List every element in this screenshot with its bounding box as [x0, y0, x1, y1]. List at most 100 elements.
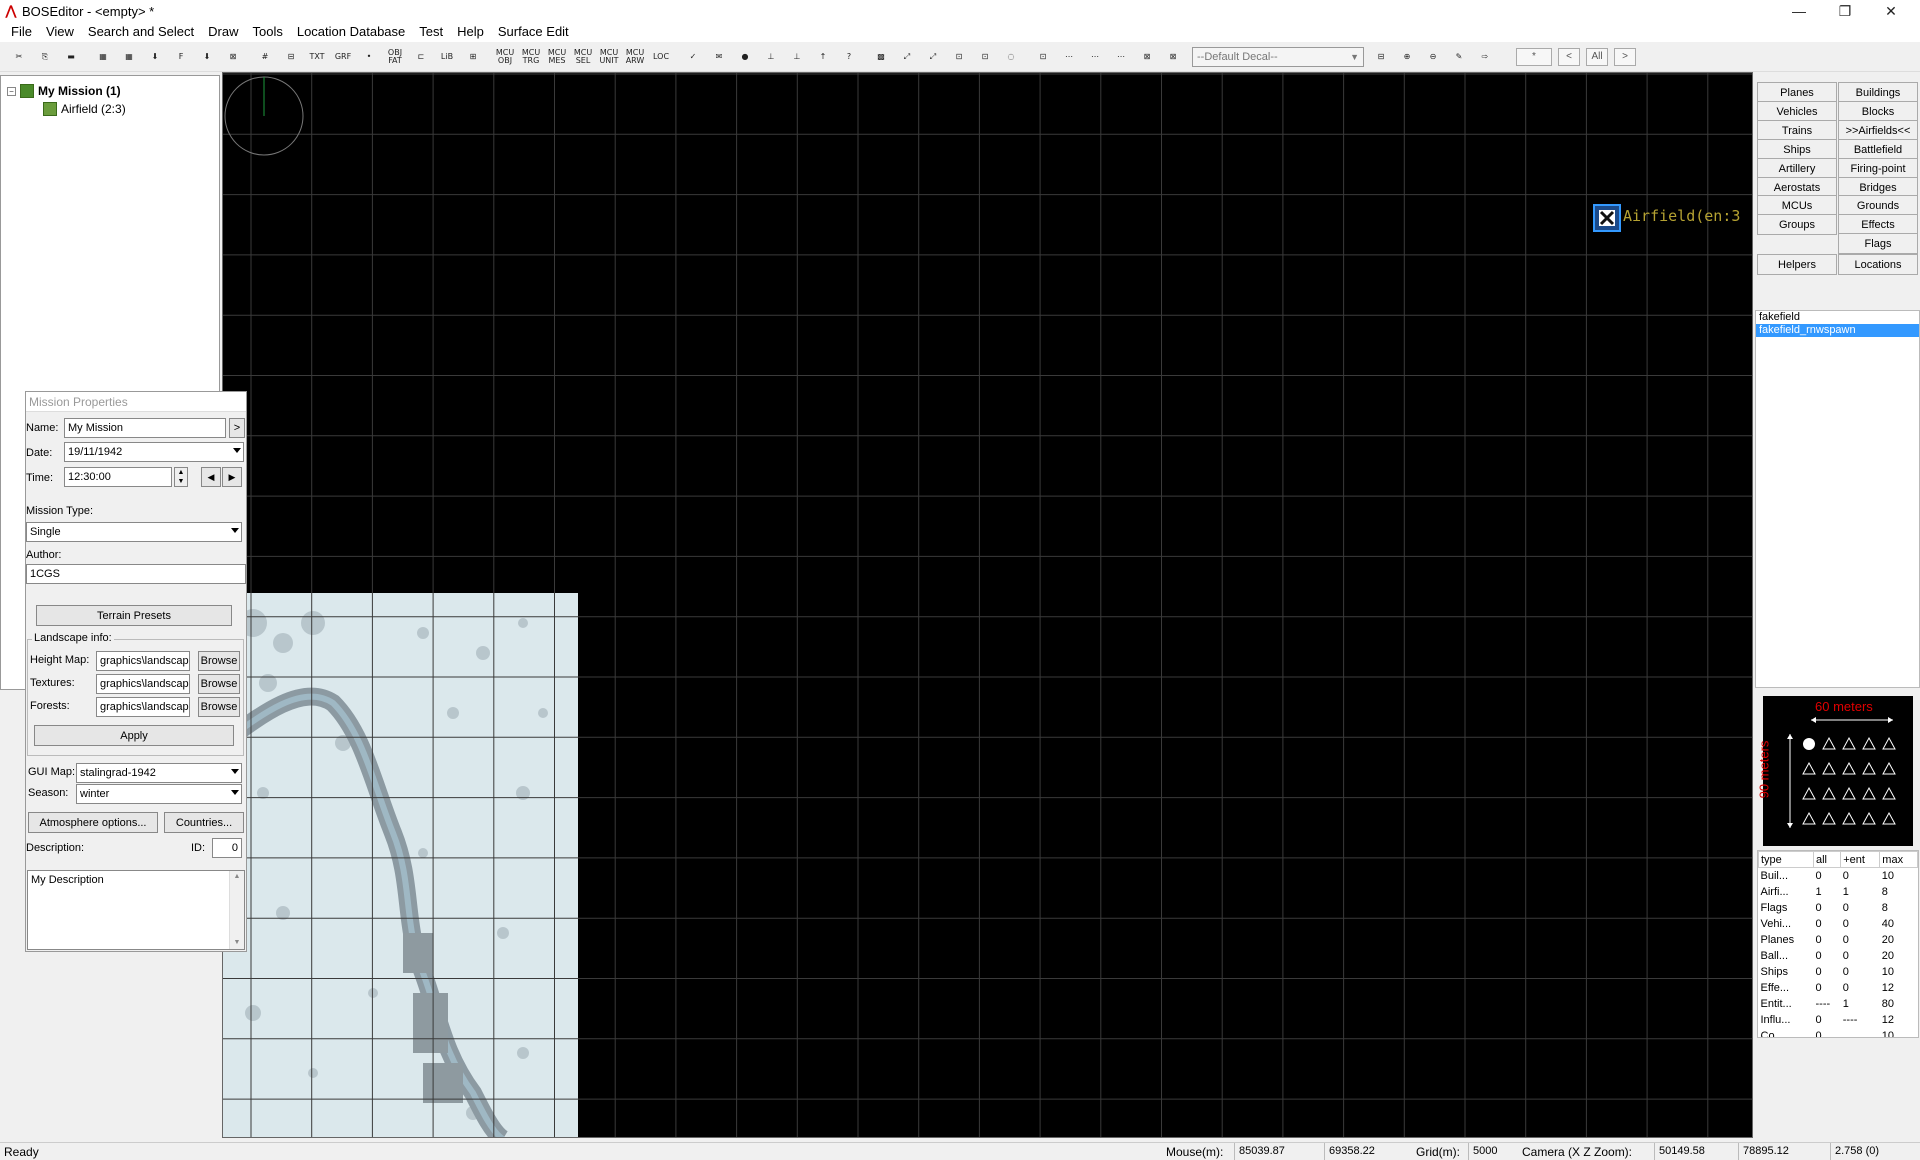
- toolbar-button-17[interactable]: ⊞: [462, 46, 484, 68]
- category-button-ships[interactable]: Ships: [1757, 139, 1837, 160]
- list-item[interactable]: fakefield: [1756, 311, 1919, 324]
- toolbar-button-27[interactable]: ●: [734, 46, 756, 68]
- menu-help[interactable]: Help: [450, 22, 491, 42]
- toolbar-button-3[interactable]: ▦: [92, 46, 114, 68]
- menu-location-database[interactable]: Location Database: [290, 22, 412, 42]
- decal-select[interactable]: --Default Decal-- ▼: [1192, 46, 1364, 67]
- tree-item-airfield[interactable]: Airfield (2:3): [43, 102, 126, 116]
- category-button-blocks[interactable]: Blocks: [1838, 101, 1918, 122]
- description-scrollbar[interactable]: ▲ ▼: [229, 871, 244, 949]
- season-select[interactable]: winter: [76, 784, 242, 804]
- height-map-browse-button[interactable]: Browse: [198, 651, 240, 671]
- toolbar-trailing-button-3[interactable]: ✎: [1448, 46, 1470, 68]
- textures-input[interactable]: graphics\landscape: [96, 674, 190, 694]
- object-list[interactable]: fakefield fakefield_rnwspawn: [1755, 310, 1920, 688]
- category-button-helpers[interactable]: Helpers: [1757, 254, 1837, 275]
- category-button-battlefield[interactable]: Battlefield: [1838, 139, 1918, 160]
- category-button-trains[interactable]: Trains: [1757, 120, 1837, 141]
- category-button-buildings[interactable]: Buildings: [1838, 82, 1918, 103]
- toolbar-button-1[interactable]: ⎘: [34, 46, 56, 68]
- toolbar-button-29[interactable]: ⊥: [786, 46, 808, 68]
- toolbar-button-4[interactable]: ▦: [118, 46, 140, 68]
- menu-tools[interactable]: Tools: [245, 22, 289, 42]
- category-button-flags[interactable]: Flags: [1838, 233, 1918, 254]
- toolbar-button-33[interactable]: ⤢: [896, 46, 918, 68]
- category-button-airfields[interactable]: >>Airfields<<: [1838, 120, 1918, 141]
- toolbar-button-22[interactable]: MCU UNIT: [598, 46, 620, 68]
- collapse-icon[interactable]: −: [7, 86, 16, 96]
- toolbar-button-18[interactable]: MCU OBJ: [494, 46, 516, 68]
- toolbar-button-38[interactable]: ⊡: [1032, 46, 1054, 68]
- apply-button[interactable]: Apply: [34, 725, 234, 746]
- toolbar-button-7[interactable]: ⬇: [196, 46, 218, 68]
- category-button-artillery[interactable]: Artillery: [1757, 158, 1837, 179]
- toolbar-button-43[interactable]: ⊠: [1162, 46, 1184, 68]
- toolbar-button-23[interactable]: MCU ARW: [624, 46, 646, 68]
- category-button-locations[interactable]: Locations: [1838, 254, 1918, 275]
- mission-type-select[interactable]: Single: [26, 522, 242, 542]
- toolbar-button-32[interactable]: ▩: [870, 46, 892, 68]
- prev-button[interactable]: <: [1558, 47, 1580, 66]
- toolbar-button-37[interactable]: ◌: [1000, 46, 1022, 68]
- time-prev-button[interactable]: ◀: [201, 467, 221, 487]
- height-map-input[interactable]: graphics\landscape: [96, 651, 190, 671]
- toolbar-trailing-button-1[interactable]: ⊕: [1396, 46, 1418, 68]
- toolbar-button-15[interactable]: ⊏: [410, 46, 432, 68]
- author-input[interactable]: 1CGS: [26, 564, 246, 584]
- date-select[interactable]: 19/11/1942: [64, 442, 244, 462]
- textures-browse-button[interactable]: Browse: [198, 674, 240, 694]
- toolbar-button-10[interactable]: ⊟: [280, 46, 302, 68]
- menu-search-select[interactable]: Search and Select: [81, 22, 201, 42]
- countries-button[interactable]: Countries...: [164, 812, 244, 833]
- time-spinner[interactable]: ▲ ▼: [174, 467, 188, 487]
- toolbar-button-35[interactable]: ⊡: [948, 46, 970, 68]
- stats-header[interactable]: type: [1758, 851, 1814, 868]
- time-next-button[interactable]: ▶: [222, 467, 242, 487]
- category-button-firingpoint[interactable]: Firing-point: [1838, 158, 1918, 179]
- atmosphere-options-button[interactable]: Atmosphere options...: [28, 812, 158, 833]
- stats-header[interactable]: +ent: [1840, 851, 1881, 868]
- id-input[interactable]: 0: [212, 838, 242, 858]
- toolbar-button-40[interactable]: ⋯: [1084, 46, 1106, 68]
- toolbar-button-34[interactable]: ⤢: [922, 46, 944, 68]
- toolbar-button-19[interactable]: MCU TRG: [520, 46, 542, 68]
- menu-file[interactable]: File: [4, 22, 39, 42]
- toolbar-button-24[interactable]: LOC: [650, 46, 672, 68]
- category-button-grounds[interactable]: Grounds: [1838, 195, 1918, 216]
- menu-test[interactable]: Test: [412, 22, 450, 42]
- category-button-planes[interactable]: Planes: [1757, 82, 1837, 103]
- toolbar-button-41[interactable]: ⋯: [1110, 46, 1132, 68]
- toolbar-button-11[interactable]: TXT: [306, 46, 328, 68]
- toolbar-button-25[interactable]: ✓: [682, 46, 704, 68]
- category-button-mcus[interactable]: MCUs: [1757, 195, 1837, 216]
- stats-header[interactable]: all: [1812, 851, 1842, 868]
- toolbar-button-20[interactable]: MCU MES: [546, 46, 568, 68]
- toolbar-button-14[interactable]: OBJ FAT: [384, 46, 406, 68]
- category-button-groups[interactable]: Groups: [1757, 214, 1837, 235]
- toolbar-button-16[interactable]: LiB: [436, 46, 458, 68]
- toolbar-button-8[interactable]: ⊠: [222, 46, 244, 68]
- toolbar-button-21[interactable]: MCU SEL: [572, 46, 594, 68]
- tree-item-root[interactable]: − My Mission (1): [7, 84, 121, 98]
- menu-draw[interactable]: Draw: [201, 22, 245, 42]
- toolbar-trailing-button-4[interactable]: ⇨: [1474, 46, 1496, 68]
- toolbar-button-31[interactable]: ?: [838, 46, 860, 68]
- gui-map-select[interactable]: stalingrad-1942: [76, 763, 242, 783]
- toolbar-trailing-button-0[interactable]: ⊟: [1370, 46, 1392, 68]
- toolbar-button-42[interactable]: ⊠: [1136, 46, 1158, 68]
- next-button[interactable]: >: [1614, 47, 1636, 66]
- name-input[interactable]: My Mission: [64, 418, 226, 438]
- category-button-vehicles[interactable]: Vehicles: [1757, 101, 1837, 122]
- maximize-button[interactable]: ❐: [1822, 0, 1868, 22]
- toolbar-button-0[interactable]: ✂: [8, 46, 30, 68]
- menu-view[interactable]: View: [39, 22, 81, 42]
- airfield-marker-icon[interactable]: [1593, 204, 1621, 232]
- toolbar-button-30[interactable]: ↑: [812, 46, 834, 68]
- time-input[interactable]: 12:30:00: [64, 467, 172, 487]
- toolbar-button-12[interactable]: GRF: [332, 46, 354, 68]
- terrain-presets-button[interactable]: Terrain Presets: [36, 605, 232, 626]
- map-canvas[interactable]: Airfield(en:3: [222, 72, 1753, 1138]
- list-item-selected[interactable]: fakefield_rnwspawn: [1756, 324, 1919, 337]
- forests-input[interactable]: graphics\landscape: [96, 697, 190, 717]
- stats-header[interactable]: max: [1879, 851, 1918, 868]
